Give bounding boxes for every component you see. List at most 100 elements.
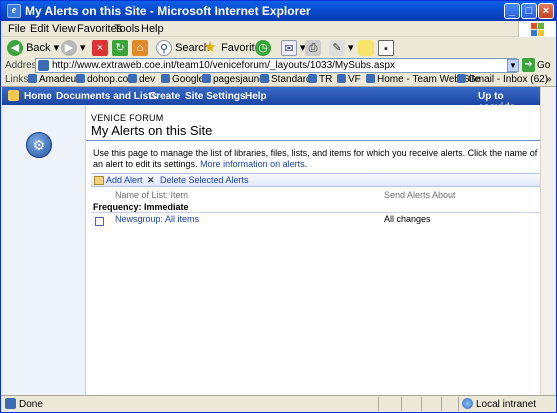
link-gmail-inbox[interactable]: Gmail - Inbox (62) <box>457 74 548 85</box>
security-zone: Local intranet <box>476 399 537 410</box>
standard-toolbar: ◀ Back ▾ ▶ ▾ × ↻ ⌂ ⚲ Search ★ Favorites … <box>1 37 556 59</box>
search-icon: ⚲ <box>156 40 172 57</box>
left-panel: ⚙ <box>2 105 86 395</box>
mail-icon: ✉ <box>281 40 297 57</box>
forward-arrow-icon: ▶ <box>61 40 77 57</box>
status-divider <box>401 397 402 411</box>
status-divider <box>421 397 422 411</box>
link-dev[interactable]: dev <box>128 74 155 85</box>
action-bar: Add Alert ✕ Delete Selected Alerts <box>91 173 540 187</box>
title-bar: e My Alerts on this Site - Microsoft Int… <box>1 1 556 21</box>
site-logo-icon: ⚙ <box>26 132 52 158</box>
links-bar: Links Amadeus dohop.com dev Google pages… <box>1 73 556 87</box>
print-button[interactable]: ⎙ <box>305 40 321 57</box>
page-title: My Alerts on this Site <box>91 123 213 138</box>
link-icon <box>457 74 466 83</box>
home-icon: ⌂ <box>132 40 148 57</box>
close-button[interactable]: × <box>538 3 554 19</box>
link-icon <box>76 74 85 83</box>
status-divider <box>378 397 379 411</box>
site-name[interactable]: VENICE FORUM <box>91 113 164 123</box>
link-icon <box>28 74 37 83</box>
header-divider <box>86 140 540 141</box>
back-arrow-icon: ◀ <box>7 40 23 57</box>
home-button[interactable]: ⌂ <box>132 40 148 57</box>
vertical-scrollbar[interactable] <box>540 87 555 395</box>
status-text: Done <box>19 399 43 410</box>
nav-up-to-parent[interactable]: Up to coevide <box>478 91 540 113</box>
alert-name-link[interactable]: Newsgroup: All items <box>115 214 199 224</box>
go-button[interactable]: Go <box>537 60 550 71</box>
delete-icon: ✕ <box>147 175 155 185</box>
alert-send-value: All changes <box>384 214 431 224</box>
star-icon: ★ <box>203 39 217 57</box>
stop-icon: × <box>92 40 108 57</box>
messenger-icon: ▪ <box>378 40 394 57</box>
back-button[interactable]: ◀ Back ▾ <box>7 40 59 57</box>
address-dropdown-button[interactable]: ▼ <box>507 59 519 72</box>
nav-create[interactable]: Create <box>149 91 180 102</box>
status-bar: Done Local intranet <box>1 395 556 412</box>
link-icon <box>128 74 137 83</box>
link-label: Gmail - Inbox (62) <box>468 74 549 85</box>
mail-button[interactable]: ✉ ▾ <box>281 40 306 57</box>
column-header-name[interactable]: Name of List: Item <box>115 190 188 200</box>
nav-site-settings[interactable]: Site Settings <box>185 91 246 102</box>
page-description: Use this page to manage the list of libr… <box>93 148 538 170</box>
top-navigation: Home Documents and Lists Create Site Set… <box>2 87 540 113</box>
refresh-button[interactable]: ↻ <box>112 40 128 57</box>
link-standard[interactable]: Standard <box>260 74 312 85</box>
window-title: My Alerts on this Site - Microsoft Inter… <box>25 4 311 18</box>
minimize-button[interactable]: _ <box>504 3 520 19</box>
delete-selected-alerts-button[interactable]: Delete Selected Alerts <box>160 175 249 185</box>
address-bar: Address http://www.extraweb.coe.int/team… <box>1 58 556 74</box>
menu-edit[interactable]: Edit <box>30 23 49 35</box>
status-divider <box>441 397 442 411</box>
nav-home[interactable]: Home <box>24 91 52 102</box>
menu-help[interactable]: Help <box>141 23 164 35</box>
links-overflow-chevron[interactable]: » <box>546 74 552 85</box>
page-content: Home Documents and Lists Create Site Set… <box>2 87 540 395</box>
print-icon: ⎙ <box>305 40 321 57</box>
ie-icon: e <box>7 4 21 18</box>
alert-select-checkbox[interactable] <box>95 217 104 226</box>
frequency-group-header: Frequency: Immediate <box>93 202 189 212</box>
link-google[interactable]: Google <box>161 74 204 85</box>
description-text: Use this page to manage the list of libr… <box>93 148 538 169</box>
link-label: Google <box>172 74 205 85</box>
menu-view[interactable]: View <box>52 23 76 35</box>
windows-logo-icon <box>518 21 556 37</box>
group-divider <box>91 212 540 213</box>
go-arrow-icon[interactable]: ➜ <box>522 58 535 72</box>
menu-bar: File Edit View Favorites Tools Help <box>1 21 556 37</box>
column-header-send[interactable]: Send Alerts About <box>384 190 456 200</box>
link-icon <box>308 74 317 83</box>
link-vf[interactable]: VF <box>337 74 361 85</box>
nav-help[interactable]: Help <box>245 91 267 102</box>
link-amadeus[interactable]: Amadeus <box>28 74 81 85</box>
forward-button[interactable]: ▶ ▾ <box>61 40 86 57</box>
menu-tools[interactable]: Tools <box>114 23 140 35</box>
maximize-button[interactable]: □ <box>521 3 537 19</box>
link-icon <box>337 74 346 83</box>
link-label: VF <box>348 74 361 85</box>
add-alert-icon <box>94 176 104 185</box>
link-tr[interactable]: TR <box>308 74 332 85</box>
link-icon <box>202 74 211 83</box>
link-label: TR <box>319 74 333 85</box>
link-label: Amadeus <box>39 74 82 85</box>
history-button[interactable]: ◷ <box>255 40 271 57</box>
back-label: Back <box>26 42 51 54</box>
messenger-button[interactable]: ▪ <box>378 40 394 57</box>
menu-file[interactable]: File <box>8 23 26 35</box>
more-info-alerts-link[interactable]: More information on alerts. <box>200 159 307 169</box>
discuss-button[interactable] <box>358 40 374 57</box>
nav-documents-and-lists[interactable]: Documents and Lists <box>56 91 157 102</box>
sharepoint-logo-icon <box>8 90 19 101</box>
add-alert-button[interactable]: Add Alert <box>106 175 143 185</box>
stop-button[interactable]: × <box>92 40 108 57</box>
edit-button[interactable]: ✎ ▾ <box>329 40 354 57</box>
address-input[interactable]: http://www.extraweb.coe.int/team10/venic… <box>35 58 517 73</box>
discuss-icon <box>358 40 374 57</box>
status-divider <box>458 397 459 411</box>
